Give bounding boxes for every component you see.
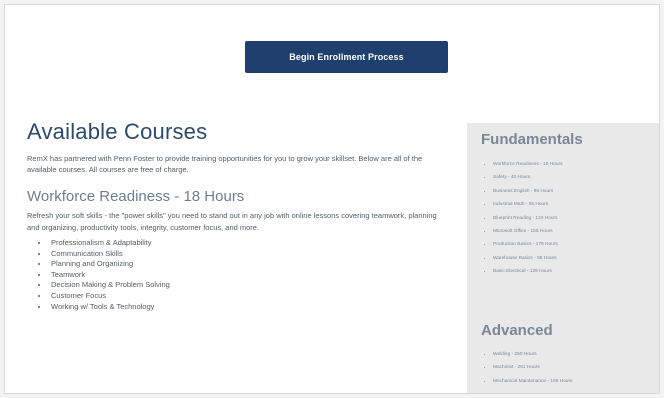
topic-item: Working w/ Tools & Technology — [49, 302, 447, 313]
topic-item: Professionalism & Adaptability — [49, 238, 447, 249]
main-content: Available Courses RemX has partnered wit… — [27, 119, 447, 312]
course-link[interactable]: Workforce Readiness - 18 Hours — [493, 158, 563, 171]
course-link[interactable]: Blueprint Reading - 124 Hours — [493, 212, 563, 225]
section-title-workforce-readiness: Workforce Readiness - 18 Hours — [27, 188, 245, 205]
course-sidebar: Fundamentals Workforce Readiness - 18 Ho… — [467, 123, 659, 393]
course-link[interactable]: Welding - 250 Hours — [493, 348, 572, 361]
course-link[interactable]: Safety - 40 Hours — [493, 171, 563, 184]
course-link[interactable]: Warehouse Basics - 85 Hours — [493, 252, 563, 265]
advanced-list: Welding - 250 Hours Machinist - 261 Hour… — [481, 348, 572, 388]
course-link[interactable]: Production Basics - 179 Hours — [493, 238, 563, 251]
section-description: Refresh your soft skills - the "power sk… — [27, 211, 437, 232]
topic-item: Communication Skills — [49, 249, 447, 260]
advanced-heading: Advanced — [481, 322, 553, 339]
course-link[interactable]: Basic Electrical - 129 Hours — [493, 265, 563, 278]
topic-item: Decision Making & Problem Solving — [49, 280, 447, 291]
course-link[interactable]: Business English - 86 Hours — [493, 185, 563, 198]
fundamentals-heading: Fundamentals — [481, 131, 583, 148]
topic-item: Customer Focus — [49, 291, 447, 302]
course-link[interactable]: Microsoft Office - 155 Hours — [493, 225, 563, 238]
course-link[interactable]: Machinist - 261 Hours — [493, 361, 572, 374]
topic-list: Professionalism & Adaptability Communica… — [27, 238, 447, 312]
page-title: Available Courses — [27, 119, 208, 144]
page-frame: Begin Enrollment Process Available Cours… — [4, 4, 660, 394]
intro-text: RemX has partnered with Penn Foster to p… — [27, 154, 423, 174]
begin-enrollment-button[interactable]: Begin Enrollment Process — [245, 41, 448, 73]
topic-item: Teamwork — [49, 270, 447, 281]
course-link[interactable]: Mechanical Maintenance - 195 Hours — [493, 375, 572, 388]
course-link[interactable]: Industrial Math - 55 Hours — [493, 198, 563, 211]
fundamentals-list: Workforce Readiness - 18 Hours Safety - … — [481, 158, 563, 279]
topic-item: Planning and Organizing — [49, 259, 447, 270]
